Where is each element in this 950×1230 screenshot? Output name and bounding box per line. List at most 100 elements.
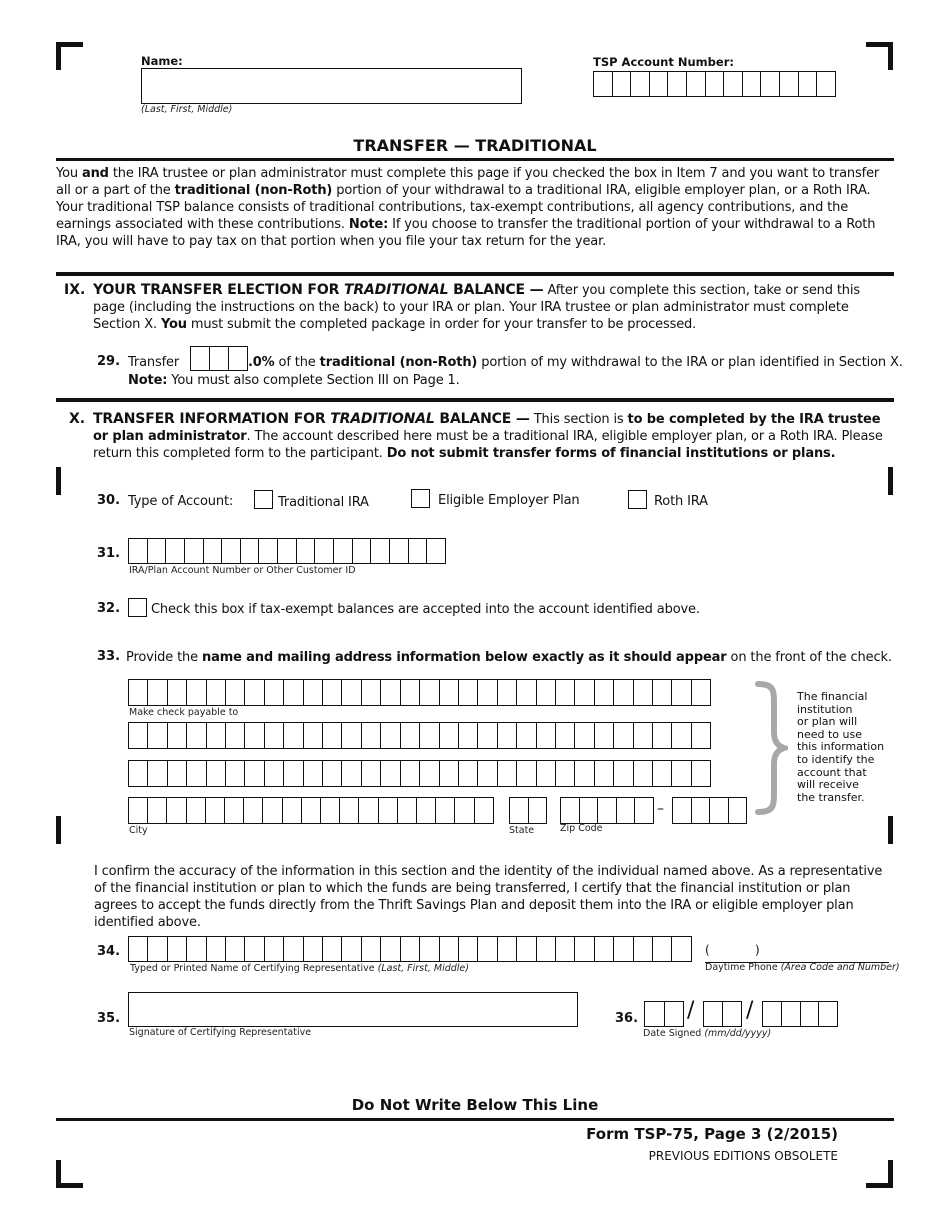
character-box[interactable] [510,798,529,823]
character-box[interactable] [634,723,653,748]
character-box[interactable] [284,937,304,961]
character-box[interactable] [631,72,650,96]
character-box[interactable] [245,937,265,961]
character-box[interactable] [634,937,653,961]
character-box[interactable] [517,761,537,786]
character-box[interactable] [517,680,537,705]
character-box[interactable] [780,72,799,96]
character-box[interactable] [245,761,265,786]
character-box[interactable] [129,798,149,823]
tsp-account-number-field[interactable] [593,71,836,97]
character-box[interactable] [225,798,245,823]
character-box[interactable] [265,680,285,705]
character-box[interactable] [409,539,428,563]
tax-exempt-accepted-checkbox[interactable] [128,598,147,617]
character-box[interactable] [265,723,285,748]
character-box[interactable] [362,761,382,786]
representative-name-field[interactable] [128,936,692,962]
character-box[interactable] [459,761,479,786]
character-box[interactable] [265,937,285,961]
character-box[interactable] [278,539,297,563]
character-box[interactable] [459,937,479,961]
character-box[interactable] [763,1002,782,1026]
character-box[interactable] [761,72,781,96]
character-box[interactable] [420,680,440,705]
character-box[interactable] [672,761,692,786]
character-box[interactable] [687,72,706,96]
character-box[interactable] [650,72,669,96]
character-box[interactable] [168,937,188,961]
character-box[interactable] [398,798,418,823]
character-box[interactable] [167,798,187,823]
date-day-field[interactable] [703,1001,742,1027]
character-box[interactable] [673,798,692,823]
character-box[interactable] [148,761,168,786]
character-box[interactable] [362,680,382,705]
character-box[interactable] [390,539,409,563]
name-field[interactable] [141,68,522,104]
character-box[interactable] [297,539,316,563]
character-box[interactable] [594,72,613,96]
character-box[interactable] [381,761,401,786]
character-box[interactable] [575,680,595,705]
character-box[interactable] [517,937,537,961]
character-box[interactable] [381,723,401,748]
character-box[interactable] [653,723,673,748]
character-box[interactable] [226,723,246,748]
character-box[interactable] [723,1002,741,1026]
character-box[interactable] [498,723,518,748]
character-box[interactable] [440,937,459,961]
character-box[interactable] [342,761,362,786]
character-box[interactable] [229,347,247,370]
character-box[interactable] [148,798,168,823]
character-box[interactable] [168,680,188,705]
character-box[interactable] [817,72,835,96]
character-box[interactable] [353,539,372,563]
character-box[interactable] [284,761,304,786]
character-box[interactable] [191,347,210,370]
city-field[interactable] [128,797,494,824]
character-box[interactable] [561,798,580,823]
character-box[interactable] [537,761,556,786]
zip-code-field[interactable] [560,797,654,824]
character-box[interactable] [729,798,747,823]
character-box[interactable] [672,723,692,748]
date-month-field[interactable] [644,1001,684,1027]
character-box[interactable] [129,723,149,748]
character-box[interactable] [475,798,493,823]
character-box[interactable] [226,680,246,705]
character-box[interactable] [614,937,634,961]
character-box[interactable] [580,798,599,823]
character-box[interactable] [556,680,576,705]
character-box[interactable] [556,723,576,748]
character-box[interactable] [692,680,710,705]
character-box[interactable] [799,72,818,96]
character-box[interactable] [206,798,226,823]
character-box[interactable] [672,680,692,705]
character-box[interactable] [692,761,710,786]
character-box[interactable] [420,937,440,961]
character-box[interactable] [595,761,615,786]
character-box[interactable] [417,798,437,823]
character-box[interactable] [401,680,421,705]
character-box[interactable] [129,937,149,961]
character-box[interactable] [323,761,343,786]
character-box[interactable] [187,798,206,823]
character-box[interactable] [498,680,518,705]
character-box[interactable] [323,937,343,961]
character-box[interactable] [168,723,188,748]
character-box[interactable] [420,723,440,748]
character-box[interactable] [207,680,227,705]
character-box[interactable] [478,937,498,961]
character-box[interactable] [129,680,149,705]
character-box[interactable] [401,723,421,748]
character-box[interactable] [342,680,362,705]
character-box[interactable] [371,539,390,563]
character-box[interactable] [440,723,459,748]
character-box[interactable] [614,761,634,786]
character-box[interactable] [379,798,398,823]
character-box[interactable] [340,798,360,823]
character-box[interactable] [259,539,279,563]
character-box[interactable] [304,680,324,705]
character-box[interactable] [436,798,456,823]
